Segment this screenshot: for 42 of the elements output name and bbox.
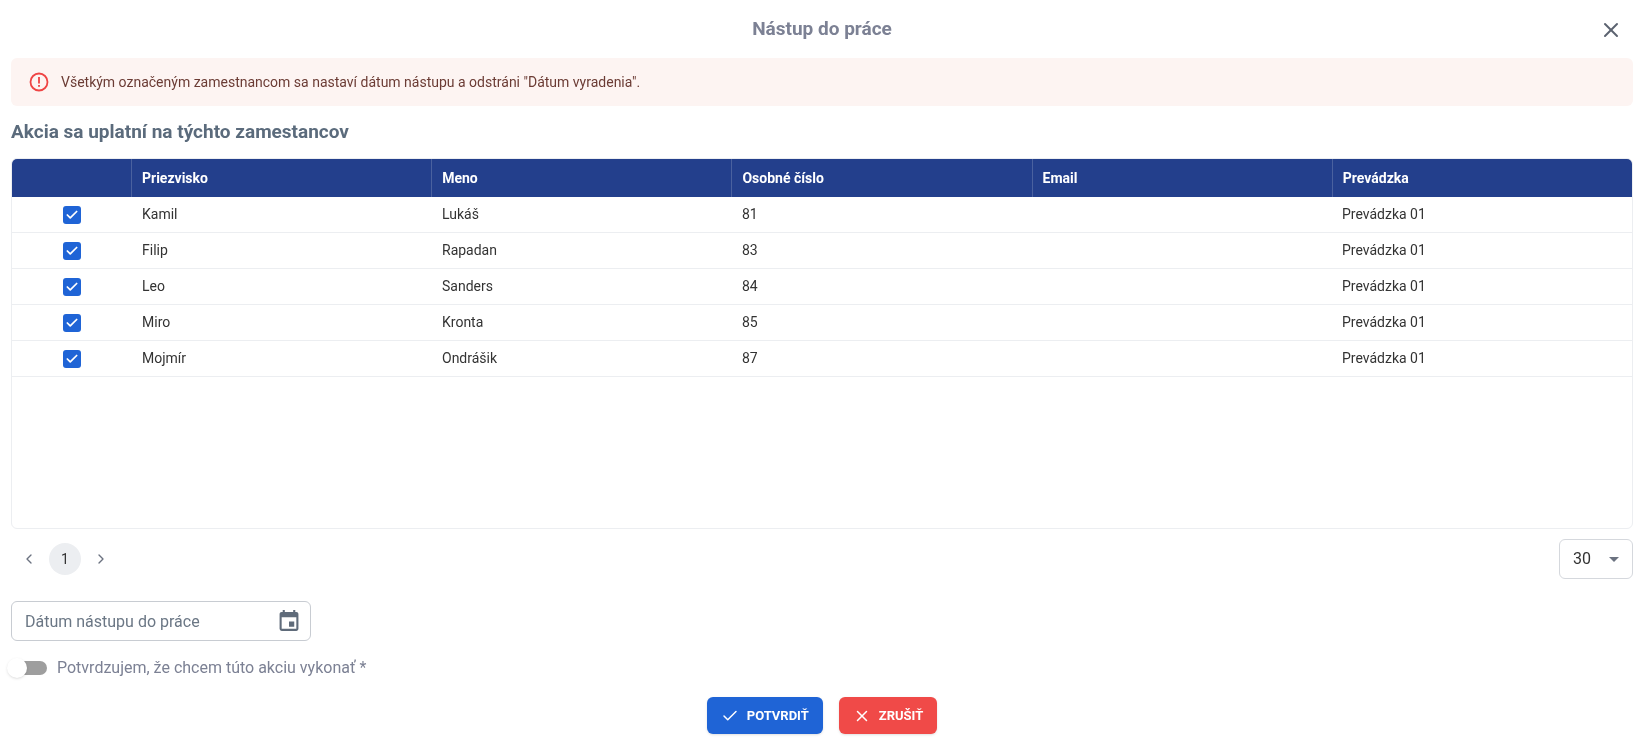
table-cell-text: Prevádzka 01 xyxy=(1342,313,1426,332)
column-header[interactable]: Priezvisko xyxy=(142,167,208,189)
cancel-button[interactable]: ZRUŠIŤ xyxy=(838,697,938,734)
table-cell-text: Prevádzka 01 xyxy=(1342,277,1426,296)
calendar-icon[interactable] xyxy=(279,610,299,632)
table-cell-text: 87 xyxy=(742,349,758,368)
page-size-select[interactable]: 30 xyxy=(1559,539,1633,579)
table-cell-text: 85 xyxy=(742,313,758,332)
row-checkbox[interactable] xyxy=(63,349,81,368)
table-cell-text: Miro xyxy=(142,313,171,332)
page-button[interactable]: 1 xyxy=(49,543,81,575)
table-cell-text: Ondrášik xyxy=(442,349,498,368)
table-cell-text: Filip xyxy=(142,241,168,260)
row-checkbox[interactable] xyxy=(63,277,81,296)
table-cell-text: 81 xyxy=(742,205,758,224)
row-checkbox[interactable] xyxy=(63,205,81,224)
table-cell-text: Leo xyxy=(142,277,165,296)
column-header[interactable]: Prevádzka xyxy=(1342,167,1409,189)
table-cell-text: Lukáš xyxy=(442,205,479,224)
table-cell-text: Mojmír xyxy=(142,349,187,368)
table-cell-text: Prevádzka 01 xyxy=(1342,349,1426,368)
column-header[interactable]: Email xyxy=(1042,167,1078,189)
row-checkbox[interactable] xyxy=(63,241,81,260)
alert-text: Všetkým označeným zamestnancom sa nastaví dátum nástupu a odstráni "Dátum vyradenia". xyxy=(61,72,641,92)
table-cell-text: 84 xyxy=(742,277,758,296)
dialog-title: Nástup do práce xyxy=(752,15,892,42)
confirm-button[interactable]: POTVRDIŤ xyxy=(706,697,823,734)
dropdown-caret-icon xyxy=(1609,556,1619,562)
table-cell-text: Prevádzka 01 xyxy=(1342,205,1426,224)
section-title: Akcia sa uplatní na týchto zamestancov xyxy=(11,118,349,145)
table-cell-text: Kronta xyxy=(442,313,484,332)
row-checkbox[interactable] xyxy=(63,313,81,332)
table-cell-text: Rapadan xyxy=(442,241,497,260)
date-field[interactable]: Dátum nástupu do práce xyxy=(11,601,311,641)
warning-icon xyxy=(29,72,49,92)
table-cell-text: Prevádzka 01 xyxy=(1342,241,1426,260)
table-cell-text: Sanders xyxy=(442,277,493,296)
column-header[interactable]: Osobné číslo xyxy=(742,167,824,189)
table-cell-text: 83 xyxy=(742,241,758,260)
switch-label: Potvrdzujem, že chcem túto akciu vykonať * xyxy=(57,657,367,679)
column-header[interactable]: Meno xyxy=(442,167,478,189)
table-cell-text: Kamil xyxy=(142,205,178,224)
